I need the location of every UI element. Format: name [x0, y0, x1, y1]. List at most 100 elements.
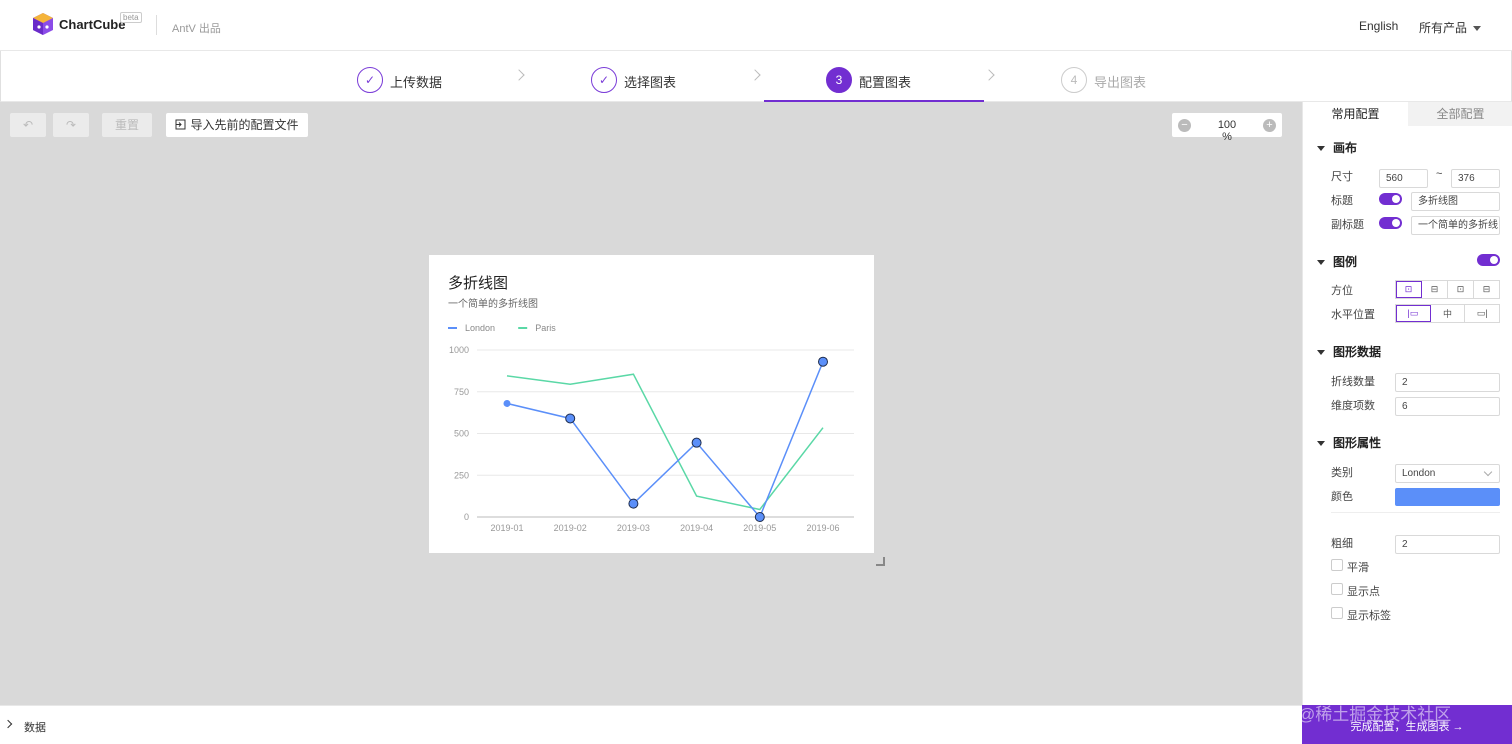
section-canvas[interactable]: 画布: [1317, 139, 1357, 156]
align-left-option-icon[interactable]: |▭: [1396, 305, 1431, 322]
import-config-button[interactable]: 导入先前的配置文件: [166, 113, 308, 137]
language-switch[interactable]: English: [1359, 19, 1398, 33]
steps-bar: ✓ 上传数据 ✓ 选择图表 3 配置图表 4 导出图表: [0, 51, 1512, 102]
y-tick-label: 750: [454, 387, 469, 397]
section-legend[interactable]: 图例: [1317, 253, 1357, 270]
smooth-label: 平滑: [1347, 562, 1369, 574]
dimension-count-label: 维度项数: [1331, 400, 1375, 412]
thickness-label: 粗细: [1331, 538, 1353, 550]
section-title: 图形数据: [1333, 345, 1382, 359]
products-label: 所有产品: [1419, 21, 1468, 35]
y-tick-label: 1000: [449, 345, 469, 355]
legend-label-paris: Paris: [535, 323, 556, 333]
import-label: 导入先前的配置文件: [190, 118, 299, 132]
horizontal-position-label: 水平位置: [1331, 309, 1375, 321]
caret-down-icon: [1317, 146, 1325, 152]
undo-button[interactable]: ↶: [10, 113, 46, 137]
category-value: London: [1402, 468, 1436, 479]
legend-position-label: 方位: [1331, 285, 1353, 297]
resize-handle-icon[interactable]: [876, 557, 885, 566]
reset-button[interactable]: 重置: [102, 113, 152, 137]
legend-toggle[interactable]: [1477, 254, 1500, 266]
chart-card[interactable]: 多折线图 一个简单的多折线图 London Paris 0 250 500 750 1000…: [429, 255, 874, 553]
width-input[interactable]: 560: [1379, 169, 1428, 188]
series-line-paris: [506, 373, 824, 511]
section-chart-data[interactable]: 图形数据: [1317, 343, 1381, 360]
color-picker[interactable]: [1395, 488, 1500, 506]
data-point-london: [503, 399, 511, 407]
category-select[interactable]: London: [1395, 464, 1500, 483]
brand-name[interactable]: ChartCube: [59, 17, 125, 32]
x-tick-label: 2019-05: [743, 523, 776, 533]
data-point-london: [818, 356, 828, 367]
smooth-checkbox[interactable]: [1331, 559, 1343, 571]
zoom-in-icon[interactable]: +: [1263, 119, 1276, 132]
step-label: 选择图表: [624, 75, 677, 90]
data-point-london: [565, 413, 576, 424]
caret-down-icon: [1317, 441, 1325, 447]
series-line-london: [506, 361, 824, 519]
subtitle-input[interactable]: 一个简单的多折线: [1411, 216, 1500, 235]
show-points-checkbox[interactable]: [1331, 583, 1343, 595]
size-label: 尺寸: [1331, 171, 1353, 183]
section-title: 图例: [1333, 255, 1358, 269]
zoom-control: − 100 % +: [1172, 113, 1282, 143]
subtitle-toggle[interactable]: [1379, 217, 1402, 229]
app-header: ChartCube beta AntV 出品 English 所有产品: [0, 0, 1512, 51]
step-label: 上传数据: [390, 75, 443, 90]
x-tick-label: 2019-03: [617, 523, 650, 533]
show-labels-label: 显示标签: [1347, 610, 1391, 622]
align-right-option-icon[interactable]: ▭|: [1465, 305, 1499, 322]
section-title: 画布: [1333, 141, 1358, 155]
redo-button[interactable]: ↷: [53, 113, 89, 137]
tab-common-config[interactable]: 常用配置: [1303, 102, 1408, 126]
x-tick-label: 2019-01: [490, 523, 523, 533]
dimension-count-input[interactable]: 6: [1395, 397, 1500, 416]
legend-position-selector: ⊡ ⊟ ⊡ ⊟: [1395, 280, 1500, 299]
show-labels-checkbox[interactable]: [1331, 607, 1343, 619]
chevron-down-icon: [1483, 467, 1493, 477]
line-count-label: 折线数量: [1331, 376, 1375, 388]
height-input[interactable]: 376: [1451, 169, 1500, 188]
thickness-input[interactable]: 2: [1395, 535, 1500, 554]
data-point-london: [691, 437, 702, 448]
check-icon: ✓: [357, 67, 383, 93]
products-menu[interactable]: 所有产品: [1419, 19, 1482, 36]
x-tick-label: 2019-04: [680, 523, 713, 533]
chevron-right-icon: [983, 69, 995, 81]
zoom-out-icon[interactable]: −: [1178, 119, 1191, 132]
tab-all-config[interactable]: 全部配置: [1408, 102, 1512, 126]
title-toggle[interactable]: [1379, 193, 1402, 205]
section-chart-props[interactable]: 图形属性: [1317, 434, 1381, 451]
beta-badge: beta: [120, 12, 142, 23]
data-point-london: [754, 512, 765, 522]
line-count-input[interactable]: 2: [1395, 373, 1500, 392]
legend-top-option-icon[interactable]: ⊡: [1396, 281, 1422, 298]
data-drawer-label: 数据: [24, 722, 46, 734]
x-tick-label: 2019-02: [554, 523, 587, 533]
check-icon: ✓: [591, 67, 617, 93]
category-label: 类别: [1331, 467, 1353, 479]
redo-icon: ↷: [65, 118, 77, 132]
divider: [1331, 512, 1500, 513]
caret-down-icon: [1317, 260, 1325, 266]
horizontal-position-selector: |▭ 中 ▭|: [1395, 304, 1500, 323]
step-label: 配置图表: [859, 75, 912, 90]
align-center-option-icon[interactable]: 中: [1431, 305, 1466, 322]
title-input[interactable]: 多折线图: [1411, 192, 1500, 211]
chart-canvas-area: ↶ ↷ 重置 导入先前的配置文件 − 100 % + 多折线图 一个简单的多折线…: [0, 102, 1302, 705]
chartcube-logo-icon[interactable]: [31, 12, 55, 36]
step-number: 3: [826, 67, 852, 93]
org-label: AntV 出品: [172, 23, 221, 35]
legend-bottom-option-icon[interactable]: ⊡: [1448, 281, 1474, 298]
size-separator: ~: [1436, 168, 1443, 180]
line-chart[interactable]: London Paris 0 250 500 750 1000 2019-01 2019-02 2…: [429, 255, 874, 553]
zoom-level: 100 %: [1217, 119, 1237, 143]
chevron-right-icon: [3, 719, 13, 729]
legend-right-option-icon[interactable]: ⊟: [1422, 281, 1448, 298]
data-drawer-bar[interactable]: 数据: [0, 705, 1302, 744]
x-tick-label: 2019-06: [806, 523, 839, 533]
caret-down-icon: [1473, 26, 1482, 32]
undo-icon: ↶: [22, 118, 34, 132]
legend-left-option-icon[interactable]: ⊟: [1474, 281, 1499, 298]
